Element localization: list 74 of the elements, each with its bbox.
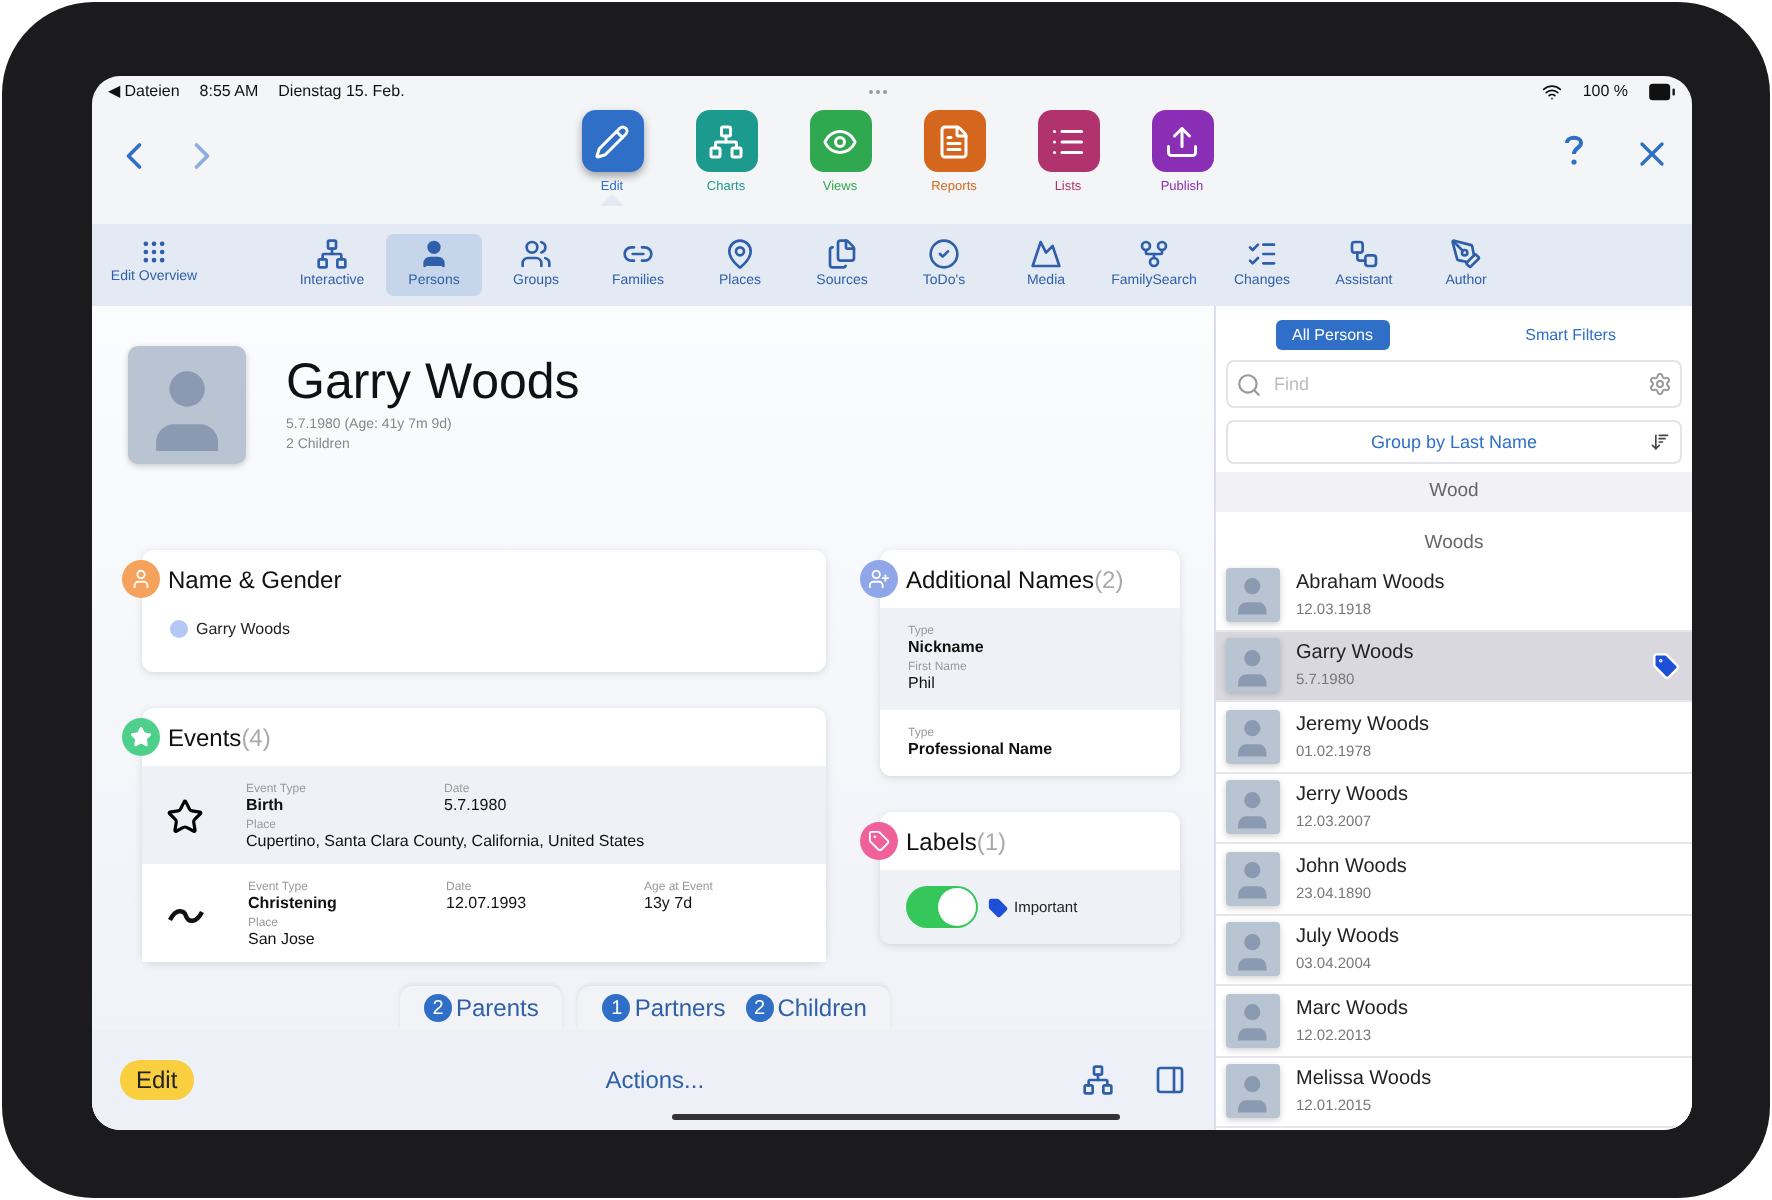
tree-icon xyxy=(316,238,348,270)
sort-icon xyxy=(1650,432,1670,452)
documents-icon xyxy=(826,238,858,270)
segment-tab[interactable]: All Persons xyxy=(1276,320,1390,350)
person-name: Jeremy Woods xyxy=(1296,713,1432,736)
tilde-icon xyxy=(166,905,206,925)
relation-tab[interactable]: 2 Parents xyxy=(424,994,539,1022)
person-name: Jerry Woods xyxy=(1296,784,1410,807)
person-name: Garry Woods xyxy=(196,620,290,638)
search-field[interactable]: Find xyxy=(1226,360,1682,408)
photo-placeholder xyxy=(1226,709,1280,764)
relation-tab[interactable]: 2 Children xyxy=(745,994,867,1022)
check-circle-icon xyxy=(928,238,960,270)
field-value: 12.07.1993 xyxy=(446,894,529,912)
help-button[interactable] xyxy=(1564,134,1584,166)
edit-button[interactable]: Edit xyxy=(120,1060,194,1100)
sidebar-icon xyxy=(1154,1064,1186,1096)
people-icon xyxy=(520,238,552,270)
person-name-heading: Garry Woods xyxy=(286,354,580,412)
person-name: Abraham Woods xyxy=(1296,571,1447,594)
person-name: Marc Woods xyxy=(1296,997,1410,1020)
section-header: Wood xyxy=(1216,472,1692,512)
field-value: San Jose xyxy=(248,930,317,948)
group-button[interactable]: Group by Last Name xyxy=(1226,420,1682,464)
tag-icon xyxy=(988,897,1008,917)
person-name: July Woods xyxy=(1296,926,1402,949)
status-time: 8:55 AM xyxy=(199,82,259,100)
photo-placeholder xyxy=(1226,567,1280,622)
photo-placeholder xyxy=(1226,851,1280,906)
pen-icon xyxy=(1450,238,1482,270)
photo-placeholder xyxy=(1226,638,1280,693)
checklist-icon xyxy=(1246,238,1278,270)
card-title: Events(4) xyxy=(168,723,271,751)
field-value: 13y 7d xyxy=(644,894,695,912)
field-value: Cupertino, Santa Clara County, California, United States xyxy=(246,832,647,850)
star-icon xyxy=(166,798,204,836)
relation-tab[interactable]: 1 Partners xyxy=(602,994,726,1022)
actions-button[interactable]: Actions... xyxy=(593,1064,717,1096)
grid-icon xyxy=(140,238,168,266)
person-icon xyxy=(418,238,450,270)
chart-icon xyxy=(1082,1064,1114,1096)
back-link[interactable]: ◀ Dateien xyxy=(108,82,180,100)
help-icon xyxy=(1564,134,1584,166)
person-name: John Woods xyxy=(1296,855,1409,878)
field-value: Professional Name xyxy=(908,740,1055,758)
field-value: Christening xyxy=(248,894,339,912)
wifi-icon xyxy=(1542,81,1563,101)
photo-placeholder xyxy=(1226,993,1280,1048)
settings-icon[interactable] xyxy=(1648,372,1672,396)
card-title: Labels(1) xyxy=(906,827,1007,855)
person-name: Melissa Woods xyxy=(1296,1068,1434,1091)
gender-dot xyxy=(170,620,188,638)
chart-button[interactable] xyxy=(1082,1064,1114,1096)
photo-placeholder xyxy=(1226,922,1280,977)
branch-icon xyxy=(1138,238,1170,270)
card-title: Name & Gender xyxy=(168,565,342,593)
search-icon xyxy=(1236,371,1262,397)
field-value: Phil xyxy=(908,674,937,692)
segment-tab[interactable]: Smart Filters xyxy=(1509,320,1632,350)
field-value: 5.7.1980 xyxy=(444,796,509,814)
field-value: Nickname xyxy=(908,638,986,656)
field-value: Birth xyxy=(246,796,286,814)
card-title: Additional Names(2) xyxy=(906,565,1124,593)
workflow-icon xyxy=(1348,238,1380,270)
battery-text: 100 % xyxy=(1582,82,1628,100)
photo-placeholder xyxy=(128,346,246,464)
sidebar-toggle-button[interactable] xyxy=(1154,1064,1186,1096)
photo-placeholder xyxy=(1226,1064,1280,1119)
pin-icon xyxy=(724,238,756,270)
mountain-icon xyxy=(1030,238,1062,270)
person-name: Garry Woods xyxy=(1296,642,1416,665)
toggle-switch[interactable] xyxy=(906,886,978,928)
status-date: Dienstag 15. Feb. xyxy=(278,82,405,100)
photo-placeholder xyxy=(1226,780,1280,835)
